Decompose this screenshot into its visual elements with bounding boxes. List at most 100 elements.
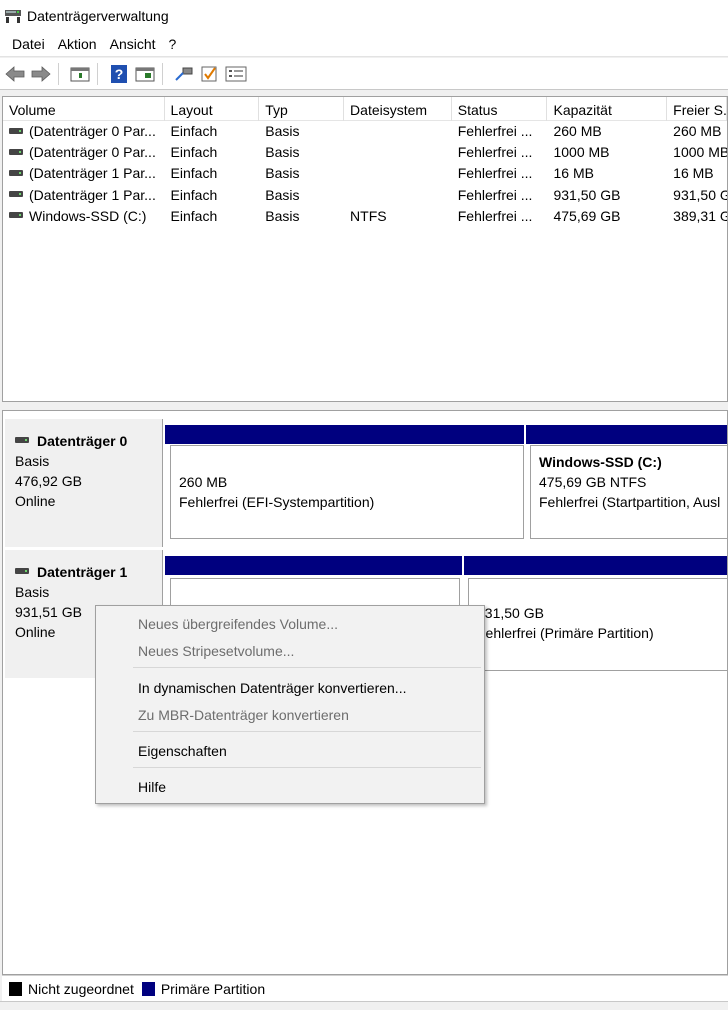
disk-1-partition-1-bar: [165, 556, 462, 575]
properties-button[interactable]: [134, 63, 156, 85]
cell-text: 1000 MB: [673, 144, 727, 161]
column-header-layout[interactable]: Layout: [165, 97, 260, 121]
menu-item-dynamisch-konvertieren[interactable]: In dynamischen Datenträger konvertieren.…: [138, 676, 406, 700]
context-menu: Neues übergreifendes Volume... Neues Str…: [95, 605, 485, 804]
cell-text: 389,31 G: [673, 207, 727, 224]
menu-separator: [133, 767, 481, 768]
back-button[interactable]: [4, 63, 26, 85]
partition-size: 931,50 GB: [477, 605, 544, 621]
table-row[interactable]: Windows-SSD (C:) Einfach Basis NTFS Fehlerfr…: [3, 206, 727, 227]
partition-size: 475,69 GB NTFS: [539, 474, 647, 490]
disk-1-partition-2-bar: [464, 556, 727, 575]
title-bar: Datenträgerverwaltung: [0, 0, 728, 31]
cell-text: Fehlerfrei ...: [457, 165, 533, 182]
legend-swatch-primary: [141, 981, 155, 996]
cell-dateisystem: [344, 163, 452, 184]
column-header-kapazitaet[interactable]: Kapazität: [547, 97, 668, 121]
menu-item-neues-uebergreifendes-volume[interactable]: Neues übergreifendes Volume...: [138, 612, 338, 636]
cell-text: (Datenträger 0 Par...: [29, 123, 156, 140]
toolbar: ?: [0, 58, 728, 90]
cell-status: Fehlerfrei ...: [452, 121, 548, 142]
disk-0-type: Basis: [15, 453, 50, 469]
partition-status: Fehlerfrei (Primäre Partition): [477, 625, 654, 641]
volume-drive-icon: [9, 169, 23, 176]
toolbar-separator: [97, 62, 98, 85]
disk-0-name: Datenträger 0: [37, 433, 128, 449]
menu-item-eigenschaften[interactable]: Eigenschaften: [138, 739, 227, 763]
menu-item-hilfe[interactable]: Hilfe: [138, 775, 166, 799]
cell-text: NTFS: [350, 207, 387, 224]
help-button[interactable]: ?: [108, 63, 130, 85]
column-header-volume[interactable]: Volume: [3, 97, 165, 121]
disk-1-partition-2[interactable]: 931,50 GB Fehlerfrei (Primäre Partition): [468, 578, 727, 671]
cell-kapazitaet: 16 MB: [547, 163, 667, 184]
forward-button[interactable]: [30, 63, 52, 85]
cell-text: Basis: [265, 165, 300, 182]
cell-volume: (Datenträger 0 Par...: [3, 142, 165, 163]
menu-separator: [133, 667, 481, 668]
settings-list-button[interactable]: [225, 63, 247, 85]
cell-text: 260 MB: [673, 123, 722, 139]
cell-freier-speicher: 1000 MB: [667, 142, 727, 163]
cell-text: Einfach: [170, 123, 218, 139]
column-header-freier-speicher[interactable]: Freier S...: [667, 97, 727, 121]
pane-splitter[interactable]: [0, 402, 728, 410]
cell-volume: (Datenträger 1 Par...: [3, 185, 165, 206]
table-row[interactable]: (Datenträger 0 Par... Einfach Basis Fehlerf…: [3, 121, 727, 142]
cell-freier-speicher: 931,50 G: [667, 185, 727, 206]
cell-text: 16 MB: [673, 165, 714, 182]
volume-list: Volume Layout Typ Dateisystem Status Kap…: [2, 96, 728, 402]
help-icon: ?: [111, 64, 127, 83]
window-title: Datenträgerverwaltung: [27, 7, 169, 24]
menu-separator: [133, 731, 481, 732]
menu-datei[interactable]: Datei: [6, 31, 51, 57]
cell-volume: (Datenträger 0 Par...: [3, 121, 165, 142]
cell-text: Fehlerfrei ...: [457, 186, 533, 203]
list-view-icon: [70, 67, 90, 81]
table-row[interactable]: (Datenträger 1 Par... Einfach Basis Fehlerf…: [3, 163, 727, 184]
table-row[interactable]: (Datenträger 1 Par... Einfach Basis Fehlerf…: [3, 185, 727, 206]
cell-dateisystem: NTFS: [344, 206, 452, 227]
forward-arrow-icon: [31, 65, 51, 82]
legend-label-primary: Primäre Partition: [160, 980, 266, 997]
list-view-button[interactable]: [69, 63, 91, 85]
menu-help[interactable]: ?: [163, 31, 183, 57]
table-row[interactable]: (Datenträger 0 Par... Einfach Basis Fehlerf…: [3, 142, 727, 163]
cell-status: Fehlerfrei ...: [452, 185, 548, 206]
connect-button[interactable]: [173, 63, 195, 85]
connect-icon: [175, 67, 193, 81]
cell-kapazitaet: 931,50 GB: [547, 185, 667, 206]
cell-typ: Basis: [259, 121, 344, 142]
cell-text: 475,69 GB: [553, 207, 621, 224]
disk-1-title: Datenträger 1: [15, 562, 162, 582]
disk-0-label[interactable]: Datenträger 0 Basis 476,92 GB Online: [5, 419, 163, 547]
cell-layout: Einfach: [165, 206, 260, 227]
disk-1-name: Datenträger 1: [37, 564, 128, 580]
volume-drive-icon: [9, 212, 23, 219]
checkbox-icon: [201, 66, 217, 81]
disk-0-partition-2[interactable]: Windows-SSD (C:) 475,69 GB NTFS Fehlerfr…: [530, 445, 727, 539]
disk-0-state: Online: [15, 493, 56, 509]
volume-list-rows: (Datenträger 0 Par... Einfach Basis Fehlerf…: [3, 121, 727, 227]
cell-text: 260 MB: [553, 123, 602, 139]
settings-list-icon: [225, 66, 247, 81]
toolbar-separator: [162, 62, 163, 85]
menu-item-mbr-konvertieren[interactable]: Zu MBR-Datenträger konvertieren: [138, 703, 349, 727]
menu-ansicht[interactable]: Ansicht: [104, 31, 162, 57]
cell-text: Basis: [265, 207, 300, 224]
column-header-dateisystem[interactable]: Dateisystem: [344, 97, 452, 121]
cell-status: Fehlerfrei ...: [452, 142, 548, 163]
check-button[interactable]: [199, 63, 221, 85]
cell-text: (Datenträger 1 Par...: [29, 165, 156, 182]
menu-aktion[interactable]: Aktion: [52, 31, 103, 57]
cell-text: (Datenträger 1 Par...: [29, 186, 156, 203]
menu-item-neues-stripesetvolume[interactable]: Neues Stripesetvolume...: [138, 639, 294, 663]
column-header-typ[interactable]: Typ: [259, 97, 345, 121]
disk-0-partition-1[interactable]: 260 MB Fehlerfrei (EFI-Systempartition): [170, 445, 524, 539]
partition-status: Fehlerfrei (EFI-Systempartition): [179, 494, 375, 510]
cell-text: 931,50 GB: [553, 186, 621, 203]
volume-drive-icon: [9, 148, 23, 155]
cell-freier-speicher: 260 MB: [667, 121, 727, 142]
column-header-status[interactable]: Status: [452, 97, 548, 121]
cell-text: Fehlerfrei ...: [457, 207, 533, 224]
